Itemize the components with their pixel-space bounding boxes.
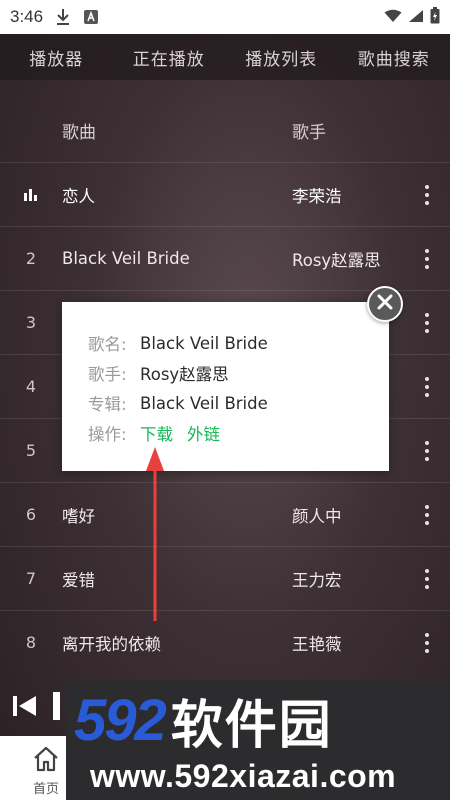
song-artist: 李荣浩 [292, 186, 342, 206]
watermark-number: 592 [74, 687, 167, 753]
song-title: 爱错 [62, 570, 95, 590]
more-options-icon[interactable] [404, 504, 450, 525]
table-row[interactable]: 2 Black Veil Bride Rosy赵露思 [0, 226, 450, 290]
signal-icon [408, 8, 424, 27]
tab-player[interactable]: 播放器 [0, 45, 113, 70]
watermark-url: www.592xiazai.com [90, 758, 397, 794]
tab-now-playing[interactable]: 正在播放 [113, 45, 226, 70]
song-index: 8 [25, 633, 37, 652]
external-link[interactable]: 外链 [187, 421, 220, 445]
table-row[interactable]: 6 嗜好 颜人中 [0, 482, 450, 546]
app-notification-icon [83, 9, 99, 25]
download-link[interactable]: 下载 [140, 421, 173, 445]
home-icon [32, 746, 60, 776]
more-options-icon[interactable] [404, 248, 450, 269]
singer-label: 歌手: [88, 365, 127, 384]
album-label: 专辑: [88, 395, 127, 414]
album-value: Black Veil Bride [140, 393, 268, 413]
action-label: 操作: [88, 425, 127, 444]
status-bar: 3:46 [0, 0, 450, 34]
popup-action-line: 操作: 下载 外链 [88, 418, 389, 448]
wifi-icon [384, 8, 402, 27]
header-artist: 歌手 [292, 122, 326, 143]
close-popup-button[interactable] [367, 286, 403, 322]
more-options-icon[interactable] [404, 568, 450, 589]
song-artist: 颜人中 [292, 506, 342, 526]
song-title: 恋人 [62, 186, 95, 206]
more-options-icon[interactable] [404, 376, 450, 397]
song-index: 4 [25, 377, 37, 396]
list-header: 歌曲 歌手 [0, 98, 450, 162]
song-info-popup: 歌名: Black Veil Bride 歌手: Rosy赵露思 专辑: Bla… [62, 302, 389, 471]
name-label: 歌名: [88, 335, 127, 354]
tab-song-search[interactable]: 歌曲搜索 [338, 45, 450, 70]
watermark-brand: 软件园 [170, 695, 333, 756]
song-artist: Rosy赵露思 [292, 250, 381, 270]
song-index: 7 [25, 569, 37, 588]
battery-icon [430, 6, 440, 28]
now-playing-icon [0, 188, 62, 201]
song-title: Black Veil Bride [62, 249, 190, 268]
more-options-icon[interactable] [404, 184, 450, 205]
tab-bar: 播放器 正在播放 播放列表 歌曲搜索 [0, 34, 450, 80]
song-index: 6 [25, 505, 37, 524]
song-index: 2 [25, 249, 37, 268]
tab-playlist[interactable]: 播放列表 [225, 45, 338, 70]
popup-album-line: 专辑: Black Veil Bride [88, 388, 389, 418]
table-row[interactable]: 恋人 李荣浩 [0, 162, 450, 226]
close-icon [377, 294, 393, 314]
play-pause-icon[interactable] [52, 691, 62, 725]
song-artist: 王力宏 [292, 570, 342, 590]
singer-value: Rosy赵露思 [140, 365, 229, 384]
popup-singer-line: 歌手: Rosy赵露思 [88, 358, 389, 388]
song-index: 5 [25, 441, 37, 460]
more-options-icon[interactable] [404, 440, 450, 461]
name-value: Black Veil Bride [140, 333, 268, 353]
previous-track-icon[interactable] [12, 693, 38, 723]
popup-name-line: 歌名: Black Veil Bride [88, 328, 389, 358]
watermark-logo: 592 软件园 www.592xiazai.com [66, 680, 450, 800]
song-index: 3 [25, 313, 37, 332]
song-title: 离开我的依赖 [62, 634, 161, 654]
table-row[interactable]: 7 爱错 王力宏 [0, 546, 450, 610]
song-title: 嗜好 [62, 506, 95, 526]
status-time: 3:46 [10, 7, 44, 26]
more-options-icon[interactable] [404, 312, 450, 333]
annotation-arrow-icon [146, 447, 164, 621]
header-title: 歌曲 [62, 122, 96, 143]
song-artist: 王艳薇 [292, 634, 342, 654]
table-row[interactable]: 8 离开我的依赖 王艳薇 [0, 610, 450, 674]
download-icon [55, 8, 71, 26]
more-options-icon[interactable] [404, 632, 450, 653]
